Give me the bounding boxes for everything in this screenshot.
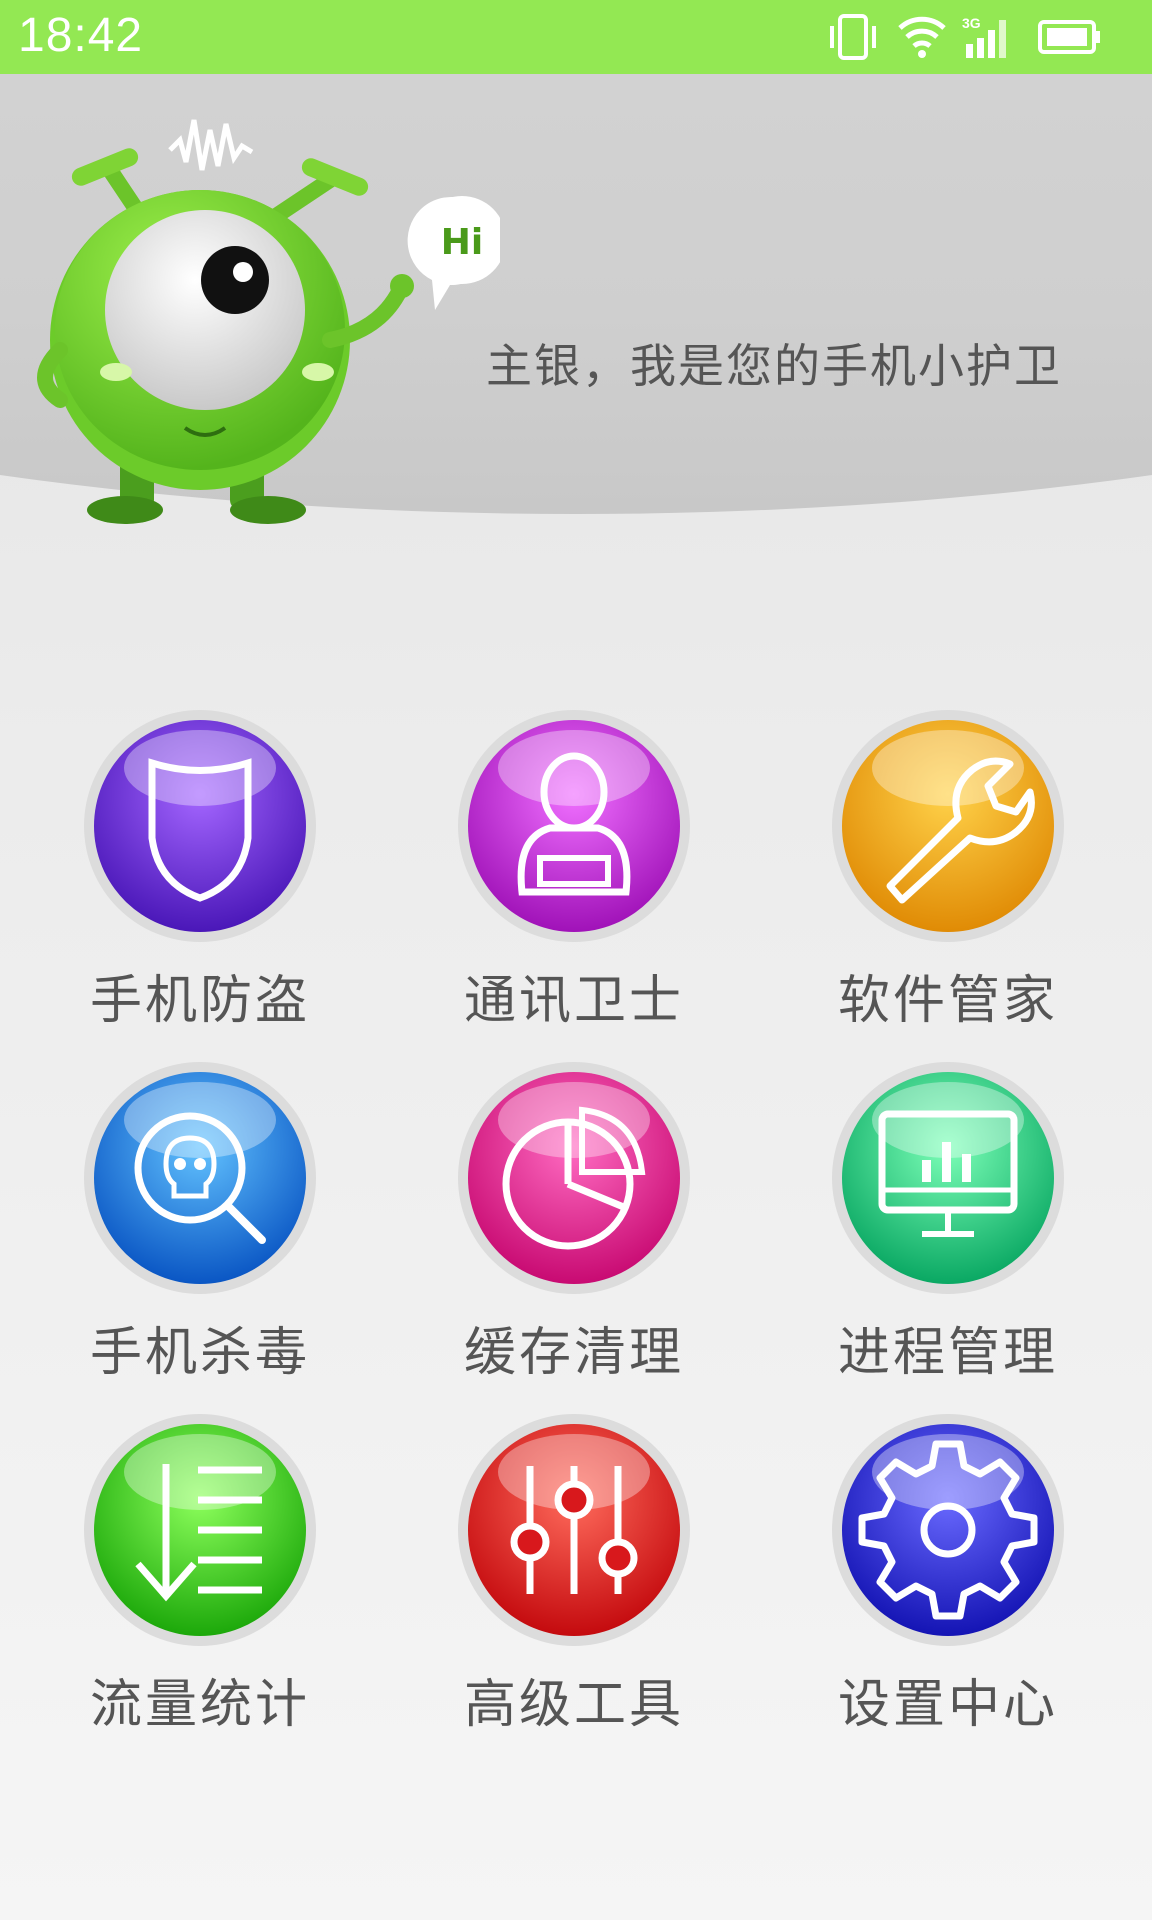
menu-item-settings[interactable]: 设置中心	[778, 1404, 1078, 1735]
menu-item-software-manager[interactable]: 软件管家	[778, 700, 1078, 1031]
menu-label: 流量统计	[89, 1675, 310, 1735]
greeting-text: 主银，我是您的手机小护卫	[486, 339, 1062, 393]
sliders-icon	[458, 1414, 690, 1646]
vibrate-icon	[830, 14, 876, 60]
monitor-icon	[832, 1062, 1064, 1294]
menu-item-cache-cleanup[interactable]: 缓存清理	[404, 1052, 704, 1383]
mascot-icon: Hi	[37, 119, 500, 524]
status-time: 18:42	[18, 9, 144, 62]
menu-label: 手机杀毒	[89, 1323, 310, 1383]
menu-item-antivirus[interactable]: 手机杀毒	[30, 1052, 330, 1383]
menu-item-traffic-stats[interactable]: 流量统计	[30, 1404, 330, 1735]
speech-bubble-text: Hi	[441, 222, 483, 263]
shield-icon	[84, 710, 316, 942]
menu-label: 软件管家	[837, 971, 1058, 1031]
menu-label: 缓存清理	[463, 1323, 684, 1383]
pie-chart-icon	[458, 1062, 690, 1294]
signal-3g-icon: 3G	[962, 15, 1006, 58]
virus-scan-icon	[84, 1062, 316, 1294]
menu-label: 设置中心	[837, 1675, 1058, 1735]
menu-item-advanced-tools[interactable]: 高级工具	[404, 1404, 704, 1735]
menu-label: 高级工具	[463, 1675, 684, 1735]
traffic-list-icon	[84, 1414, 316, 1646]
contact-icon	[458, 710, 690, 942]
status-icons: 3G	[826, 14, 1126, 60]
wifi-icon	[898, 16, 946, 58]
menu-item-contact-guard[interactable]: 通讯卫士	[404, 700, 704, 1031]
battery-icon	[1038, 20, 1100, 54]
menu-label: 手机防盗	[89, 971, 310, 1031]
menu-label: 进程管理	[837, 1323, 1058, 1383]
menu-label: 通讯卫士	[463, 971, 684, 1031]
menu-item-process-manager[interactable]: 进程管理	[778, 1052, 1078, 1383]
menu-item-anti-theft[interactable]: 手机防盗	[30, 700, 330, 1031]
gear-icon	[832, 1414, 1064, 1646]
wrench-icon	[832, 710, 1064, 942]
network-label: 3G	[962, 15, 981, 31]
status-bar: 18:42 3G	[0, 0, 1152, 74]
